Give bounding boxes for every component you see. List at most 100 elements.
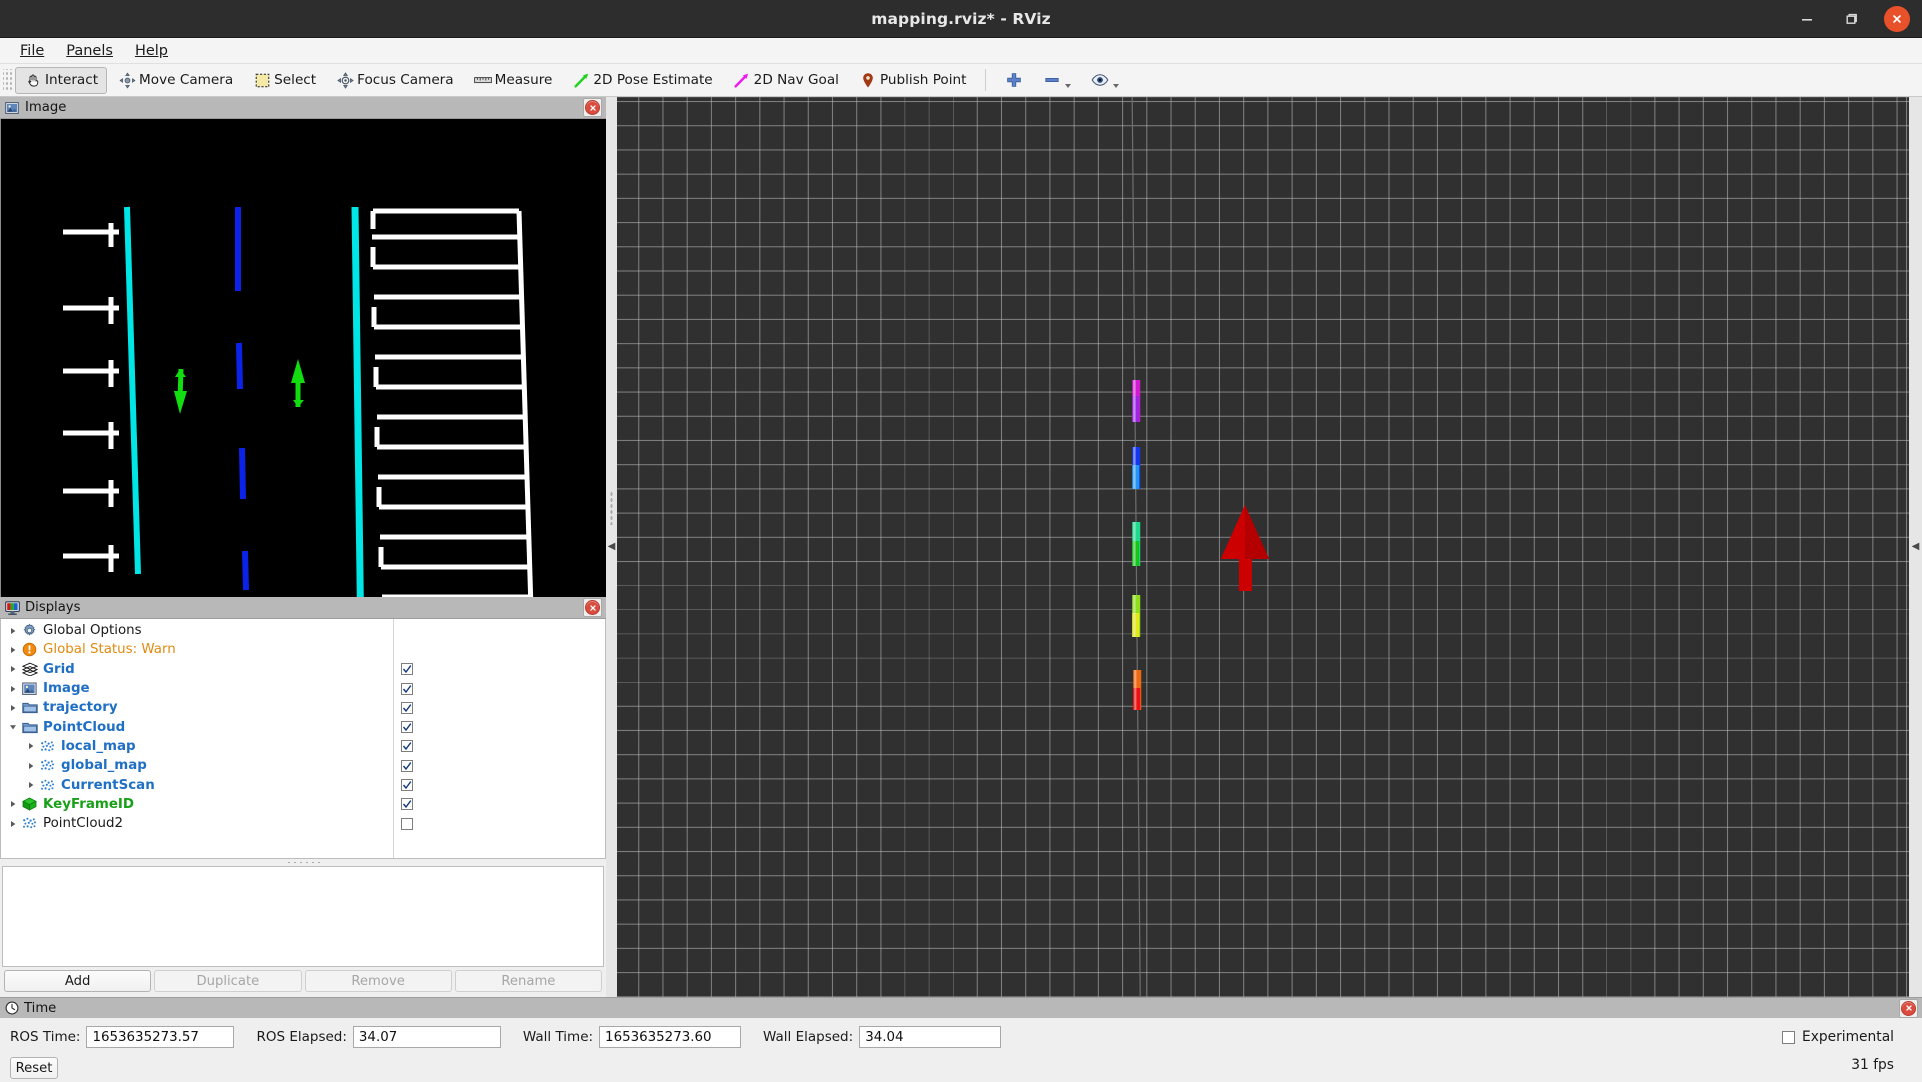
right-splitter[interactable]: ◀ [1909, 97, 1922, 997]
checkbox-pointcloud2[interactable] [394, 814, 605, 833]
time-panel-close-button[interactable] [1899, 998, 1918, 1018]
tree-row-image[interactable]: Image [1, 679, 393, 698]
ros-time-input[interactable]: 1653635273.57 [86, 1026, 235, 1048]
expander-collapsed-icon[interactable] [5, 646, 21, 654]
left-splitter[interactable]: ◀ [606, 97, 617, 997]
pointcloud-icon [21, 816, 38, 832]
keyframe-cluster-yellow [1132, 595, 1141, 637]
checkbox-checked-icon[interactable] [401, 798, 413, 811]
checkbox-unchecked-icon[interactable] [1781, 1030, 1795, 1044]
move-camera-icon [118, 71, 136, 89]
checkbox-trajectory[interactable] [394, 698, 605, 717]
wall-time-input[interactable]: 1653635273.60 [599, 1026, 742, 1048]
tool-2d-pose-estimate[interactable]: 2D Pose Estimate [563, 67, 721, 94]
collapse-left-panel-icon[interactable]: ◀ [608, 542, 616, 552]
checkbox-local-map[interactable] [394, 737, 605, 756]
tool-focus-camera[interactable]: Focus Camera [327, 67, 463, 94]
checkbox-current-scan[interactable] [394, 775, 605, 794]
viewport-overlay [1131, 97, 1270, 997]
ros-time-label: ROS Time: [10, 1029, 81, 1045]
checkbox-checked-icon[interactable] [401, 721, 413, 734]
checkbox-checked-icon[interactable] [401, 663, 413, 676]
minus-icon [1043, 71, 1061, 89]
checkbox-grid[interactable] [394, 660, 605, 679]
checkbox-unchecked-icon[interactable] [401, 817, 413, 830]
tree-row-global-map[interactable]: global_map [1, 756, 393, 775]
toolbar-grip[interactable] [3, 69, 12, 91]
menu-panels-label: Panels [66, 42, 113, 59]
toolbar-remove-button[interactable] [1034, 67, 1080, 94]
checkbox-checked-icon[interactable] [401, 682, 413, 695]
toolbar-separator [985, 69, 987, 91]
menu-panels[interactable]: Panels [55, 41, 124, 61]
collapse-right-panel-icon[interactable]: ◀ [1912, 542, 1920, 552]
image-panel-close-button[interactable] [583, 98, 602, 117]
duplicate-button[interactable]: Duplicate [154, 970, 302, 992]
tool-publish-point[interactable]: Publish Point [850, 67, 976, 94]
expander-collapsed-icon[interactable] [23, 762, 39, 770]
expander-collapsed-icon[interactable] [5, 685, 21, 693]
close-icon [585, 600, 600, 615]
rename-button-label: Rename [501, 973, 556, 989]
tool-select[interactable]: Select [244, 67, 325, 94]
displays-tree[interactable]: Global Options Global Status: Warn Grid … [1, 619, 393, 858]
checkbox-image[interactable] [394, 679, 605, 698]
maximize-icon[interactable] [1840, 8, 1862, 30]
tree-row-pointcloud[interactable]: PointCloud [1, 717, 393, 736]
checkbox-global-map[interactable] [394, 756, 605, 775]
experimental-toggle[interactable]: Experimental [1781, 1029, 1894, 1045]
add-button[interactable]: Add [4, 970, 152, 992]
displays-panel-close-button[interactable] [583, 598, 602, 617]
close-icon[interactable] [1884, 5, 1910, 32]
render-viewport-3d[interactable] [617, 97, 1909, 997]
rename-button[interactable]: Rename [454, 970, 602, 992]
toolbar-visibility-button[interactable] [1082, 67, 1128, 94]
remove-button[interactable]: Remove [304, 970, 452, 992]
remove-dropdown-caret-icon[interactable] [1065, 83, 1072, 88]
keyframe-cluster-green [1132, 522, 1141, 566]
displays-tree-area: Global Options Global Status: Warn Grid … [0, 619, 606, 859]
expander-collapsed-icon[interactable] [23, 742, 39, 750]
clock-icon [4, 1001, 19, 1016]
tree-row-grid[interactable]: Grid [1, 660, 393, 679]
tree-row-pointcloud2[interactable]: PointCloud2 [1, 814, 393, 833]
green-cube-icon [21, 796, 38, 812]
displays-monitor-icon [4, 600, 20, 616]
displays-horizontal-splitter[interactable] [0, 859, 606, 866]
visibility-dropdown-caret-icon[interactable] [1113, 83, 1120, 88]
tool-move-camera[interactable]: Move Camera [109, 67, 242, 94]
wall-elapsed-input[interactable]: 34.04 [859, 1026, 1002, 1048]
tree-row-current-scan[interactable]: CurrentScan [1, 775, 393, 794]
expander-expanded-icon[interactable] [5, 723, 21, 731]
toolbar-add-button[interactable] [996, 67, 1032, 94]
tool-2d-nav-goal[interactable]: 2D Nav Goal [724, 67, 848, 94]
checkbox-checked-icon[interactable] [401, 779, 413, 792]
expander-collapsed-icon[interactable] [5, 704, 21, 712]
checkbox-pointcloud[interactable] [394, 717, 605, 736]
tree-row-keyframeid[interactable]: KeyFrameID [1, 795, 393, 814]
minimize-icon[interactable] [1796, 8, 1818, 30]
reset-button[interactable]: Reset [10, 1057, 58, 1079]
checkbox-checked-icon[interactable] [401, 701, 413, 714]
checkbox-checked-icon[interactable] [401, 740, 413, 753]
expander-collapsed-icon[interactable] [5, 820, 21, 828]
focus-camera-icon [336, 71, 354, 89]
display-description-box [2, 866, 604, 967]
expander-collapsed-icon[interactable] [5, 665, 21, 673]
menu-help[interactable]: Help [124, 41, 179, 61]
tree-row-trajectory[interactable]: trajectory [1, 698, 393, 717]
tree-label: CurrentScan [61, 777, 155, 793]
tool-interact[interactable]: Interact [15, 66, 108, 94]
expander-collapsed-icon[interactable] [5, 800, 21, 808]
ros-elapsed-input[interactable]: 34.07 [352, 1026, 501, 1048]
tree-row-global-status[interactable]: Global Status: Warn [1, 640, 393, 659]
expander-collapsed-icon[interactable] [23, 781, 39, 789]
checkbox-checked-icon[interactable] [401, 759, 413, 772]
menu-file[interactable]: File [9, 41, 55, 61]
image-view[interactable] [0, 119, 606, 597]
checkbox-keyframeid[interactable] [394, 795, 605, 814]
expander-collapsed-icon[interactable] [5, 627, 21, 635]
tree-row-global-options[interactable]: Global Options [1, 621, 393, 640]
tree-row-local-map[interactable]: local_map [1, 737, 393, 756]
tool-measure[interactable]: Measure [465, 67, 562, 94]
